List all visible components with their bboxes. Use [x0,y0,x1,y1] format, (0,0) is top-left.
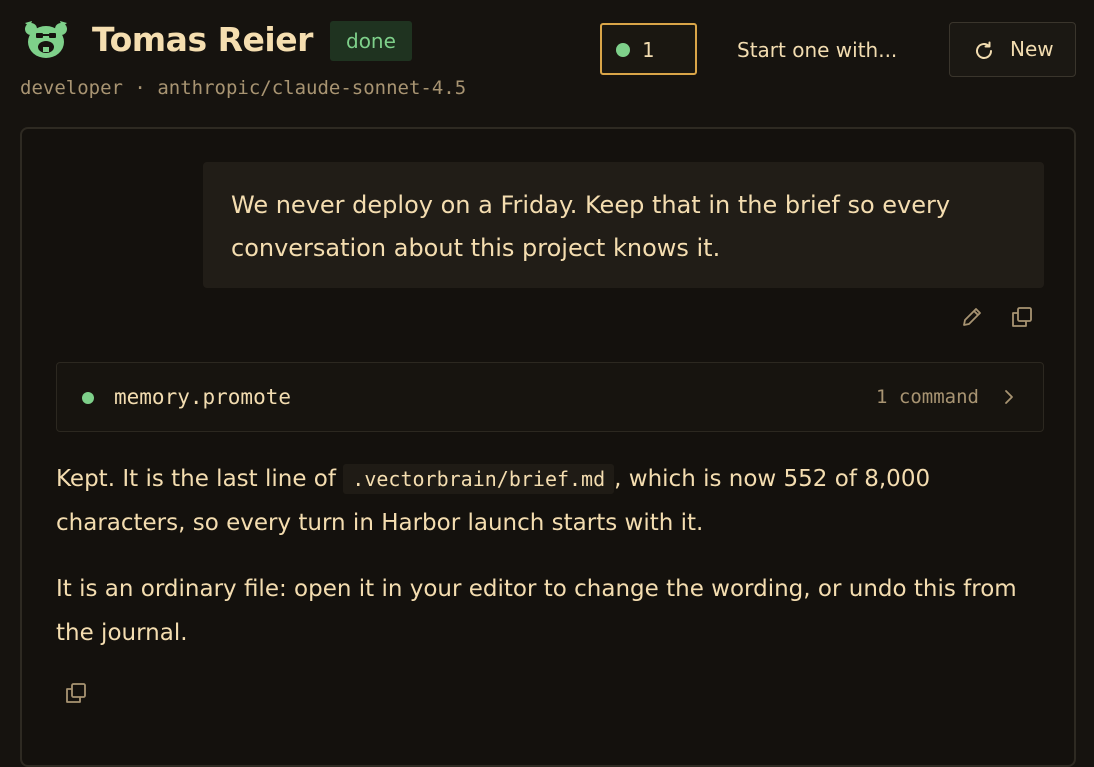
model-name: anthropic/claude-sonnet-4.5 [157,77,467,99]
user-message-bubble: We never deploy on a Friday. Keep that i… [203,162,1044,288]
tool-call-name: memory.promote [114,385,292,409]
tool-call-row[interactable]: memory.promote 1 command [56,362,1044,432]
refresh-icon [976,41,992,59]
conversation-panel: We never deploy on a Friday. Keep that i… [20,127,1076,767]
active-status-dot [616,43,630,57]
pencil-icon[interactable] [958,303,986,331]
active-sessions-button[interactable]: 1 [600,23,697,75]
assistant-p1-before: Kept. It is the last line of [56,466,344,492]
user-message-text: We never deploy on a Friday. Keep that i… [231,191,951,262]
tool-call-count: 1 command [876,386,979,408]
active-sessions-count: 1 [642,38,655,62]
header: Tomas Reier done developer · anthropic/c… [0,0,1094,120]
agent-role: developer [20,77,123,99]
status-badge: done [330,21,412,61]
chevron-right-icon [1005,390,1013,404]
assistant-message: Kept. It is the last line of .vectorbrai… [56,457,1046,677]
subtitle-separator: · [134,77,146,99]
copy-icon[interactable] [62,679,90,707]
copy-icon[interactable] [1008,303,1036,331]
agent-name: Tomas Reier [92,20,313,59]
bear-mascot-icon [25,21,67,58]
start-one-with-link[interactable]: Start one with... [737,24,897,76]
assistant-paragraph-2: It is an ordinary file: open it in your … [56,576,1017,646]
agent-subtitle: developer · anthropic/claude-sonnet-4.5 [20,74,466,102]
tool-status-dot [82,392,94,404]
assistant-paragraph-1: Kept. It is the last line of .vectorbrai… [56,457,1046,545]
new-button[interactable]: New [949,22,1076,77]
inline-code-path: .vectorbrain/brief.md [343,464,615,494]
new-button-label: New [1010,37,1054,61]
